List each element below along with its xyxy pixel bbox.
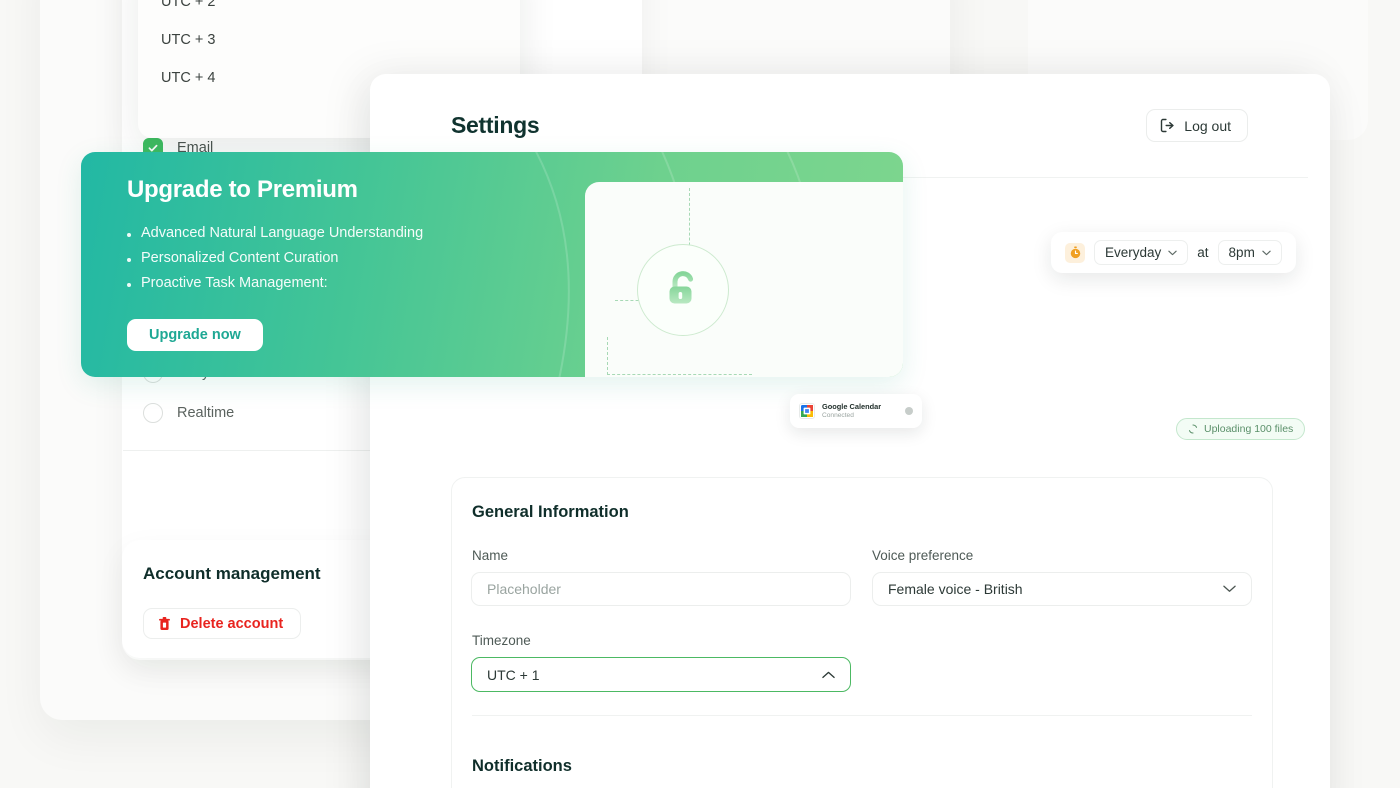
logout-arrow-icon [1161, 118, 1174, 133]
connector-line [607, 337, 608, 375]
notifications-section-title: Notifications [472, 757, 572, 775]
frequency-value: Everyday [1105, 245, 1162, 260]
scheduler-connector-label: at [1197, 245, 1209, 260]
trash-icon [159, 616, 170, 630]
delete-account-button[interactable]: Delete account [143, 608, 302, 639]
timezone-select[interactable]: UTC + 1 [471, 657, 851, 692]
radio-row-realtime[interactable]: Realtime [143, 403, 234, 423]
toggle-dot-icon[interactable] [905, 407, 913, 415]
timezone-field-label: Timezone [472, 633, 531, 648]
timer-icon [1065, 242, 1085, 263]
dropdown-option-utc-3[interactable]: UTC + 3 [147, 25, 511, 55]
page-title: Settings [451, 112, 540, 138]
unlock-icon [669, 271, 694, 304]
google-calendar-icon [799, 403, 815, 419]
integration-status: Connected [822, 411, 854, 419]
feature-label: Personalized Content Curation [141, 250, 339, 266]
banner-heading: Upgrade to Premium [127, 176, 358, 203]
upgrade-now-button[interactable]: Upgrade now [127, 319, 263, 351]
radio-realtime[interactable] [143, 403, 163, 423]
feature-label: Proactive Task Management: [141, 275, 328, 291]
general-information-card [451, 477, 1273, 788]
voice-preference-label: Voice preference [872, 548, 974, 563]
dropdown-option-utc-2[interactable]: UTC + 2 [147, 0, 511, 17]
radio-label: Realtime [177, 405, 235, 421]
general-information-title: General Information [472, 503, 629, 521]
banner-mock-canvas [585, 182, 903, 377]
voice-preference-value: Female voice - British [888, 581, 1023, 597]
voice-preference-select[interactable]: Female voice - British [872, 572, 1252, 606]
time-value: 8pm [1228, 245, 1255, 260]
bullet-icon [127, 258, 131, 262]
chevron-down-icon [1223, 585, 1236, 592]
list-item: Proactive Task Management: [127, 275, 547, 291]
settings-screen: Email In-app notifications Push Notifica… [0, 0, 1400, 788]
connector-line [607, 374, 752, 375]
bullet-icon [127, 233, 131, 237]
upgrade-now-label: Upgrade now [149, 327, 241, 343]
scheduler-chip: Everyday at 8pm [1051, 232, 1296, 273]
chevron-down-icon [1262, 250, 1271, 255]
name-input[interactable]: Placeholder [471, 572, 851, 606]
google-calendar-integration-card[interactable]: Google Calendar Connected [790, 394, 922, 428]
timezone-value: UTC + 1 [487, 666, 540, 683]
banner-feature-list: Advanced Natural Language Understanding … [127, 225, 547, 291]
upload-status-badge: Uploading 100 files [1176, 418, 1306, 440]
time-select[interactable]: 8pm [1217, 240, 1282, 265]
chevron-up-icon [822, 671, 835, 678]
logout-label: Log out [1184, 117, 1231, 134]
banner-text-block: Upgrade to Premium Advanced Natural Lang… [127, 176, 547, 300]
account-management-title: Account management [143, 564, 321, 583]
spinner-icon [1188, 424, 1198, 434]
logout-button[interactable]: Log out [1146, 109, 1248, 142]
list-item: Advanced Natural Language Understanding [127, 225, 547, 241]
frequency-select[interactable]: Everyday [1094, 240, 1189, 265]
feature-label: Advanced Natural Language Understanding [141, 225, 424, 241]
unlock-badge [637, 244, 729, 336]
bullet-icon [127, 283, 131, 287]
upload-status-label: Uploading 100 files [1204, 423, 1294, 435]
integration-name: Google Calendar [822, 401, 882, 411]
chevron-down-icon [1168, 250, 1177, 255]
section-divider [472, 715, 1252, 716]
list-item: Personalized Content Curation [127, 250, 547, 266]
upgrade-premium-banner: Upgrade to Premium Advanced Natural Lang… [81, 152, 903, 377]
name-field-label: Name [472, 548, 509, 563]
delete-account-label: Delete account [180, 615, 284, 632]
